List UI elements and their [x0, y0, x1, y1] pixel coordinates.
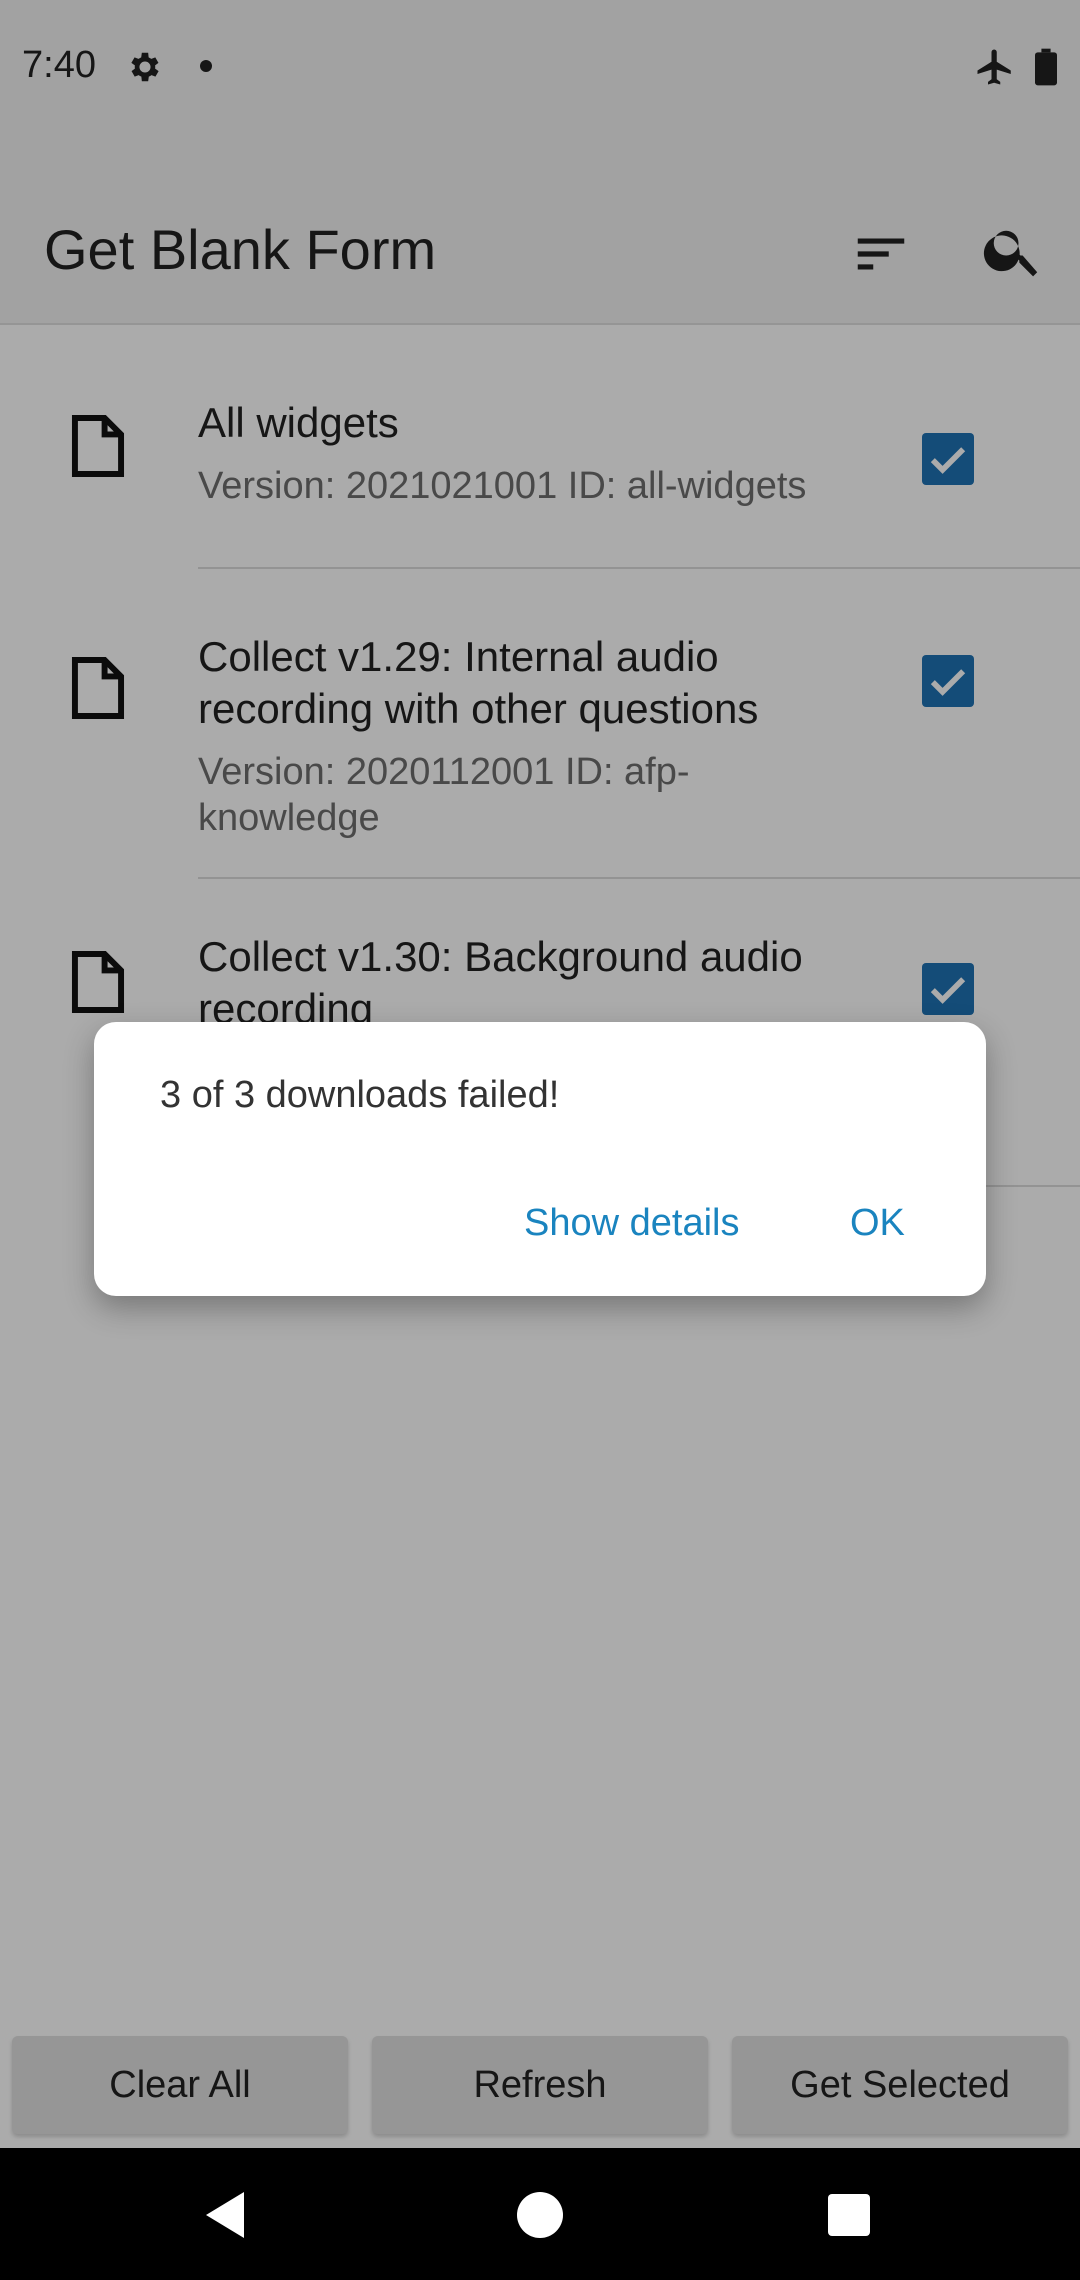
- screen: 7:40 Get Blank Form All widgets Version:…: [0, 0, 1080, 2280]
- recents-icon[interactable]: [828, 2194, 870, 2236]
- download-failed-dialog: 3 of 3 downloads failed! Show details OK: [94, 1022, 986, 1296]
- show-details-button[interactable]: Show details: [524, 1202, 739, 1245]
- navigation-bar: [0, 2148, 1080, 2280]
- back-icon[interactable]: [204, 2190, 248, 2240]
- home-icon[interactable]: [517, 2192, 563, 2238]
- ok-button[interactable]: OK: [850, 1202, 905, 1245]
- dialog-message: 3 of 3 downloads failed!: [160, 1074, 560, 1116]
